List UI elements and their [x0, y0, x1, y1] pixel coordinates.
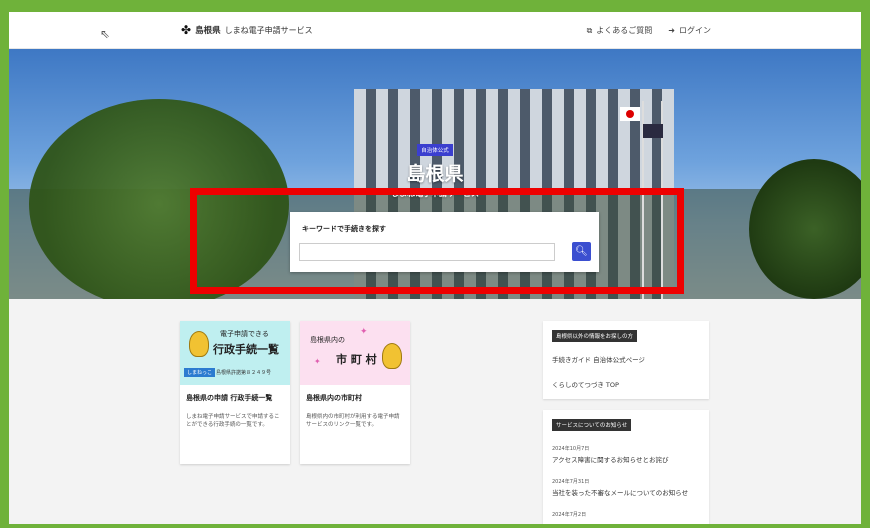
other-info-panel: 島根県以外の情報をお探しの方 手続きガイド 自治体公式ページ くらしのてつづき …	[543, 321, 709, 399]
login-link[interactable]: ➜ ログイン	[668, 25, 711, 36]
news-date: 2024年7月31日	[552, 479, 590, 485]
card-description: 島根県内の市町村が利用する電子申請サービスのリンク一覧です。	[306, 414, 400, 429]
link-procedure-guide[interactable]: 手続きガイド 自治体公式ページ	[543, 354, 709, 364]
card-image-line1: 島根県内の	[310, 336, 345, 344]
site-logo[interactable]: ✤ 島根県 しまね電子申請サービス	[181, 23, 313, 37]
external-link-icon: ⧉	[586, 26, 593, 35]
card-image-badge: しまねっこ	[184, 368, 216, 377]
faq-link[interactable]: ⧉ よくあるご質問	[587, 25, 653, 36]
news-item[interactable]: 2024年7月31日 当社を装った不審なメールについてのお知らせ	[543, 478, 709, 497]
login-label: ログイン	[679, 26, 711, 35]
card-image-line2: 市 町 村	[336, 353, 377, 366]
news-panel: サービスについてのお知らせ 2024年10月7日 アクセス障害に関するお知らせと…	[543, 410, 709, 524]
mascot-shimanekko-icon	[382, 343, 402, 369]
sparkle-icon: ✦	[314, 357, 321, 366]
shimane-emblem-icon: ✤	[181, 23, 192, 37]
card-title: 島根県内の市町村	[306, 394, 362, 402]
card-municipalities[interactable]: 島根県内の 市 町 村 ✦ ✦ 島根県内の市町村 島根県内の市町村が利用する電子…	[300, 321, 410, 464]
japan-flag	[620, 107, 640, 121]
prefecture-flag	[643, 124, 663, 138]
card-description: しまね電子申請サービスで申請することができる行政手続の一覧です。	[186, 414, 280, 429]
mouse-pointer-icon: ⇖	[100, 27, 111, 41]
card-image-note: 島根県許諾第８２４９号	[216, 370, 272, 376]
sparkle-icon: ✦	[360, 327, 368, 337]
news-date: 2024年10月7日	[552, 446, 590, 452]
browser-viewport: ⇖ ✤ 島根県 しまね電子申請サービス ⧉ よくあるご質問 ➜ ログイン 自治体公式…	[9, 12, 861, 524]
news-date: 2024年7月2日	[552, 512, 587, 518]
news-title: 当社を装った不審なメールについてのお知らせ	[552, 489, 689, 497]
news-item[interactable]: 2024年10月7日 アクセス障害に関するお知らせとお詫び	[543, 445, 709, 464]
logo-suffix: しまね電子申請サービス	[224, 25, 313, 35]
link-kurashi-top[interactable]: くらしのてつづき TOP	[543, 379, 709, 389]
panel-heading: サービスについてのお知らせ	[552, 419, 632, 431]
card-image-line2: 行政手続一覧	[213, 343, 279, 356]
logo-prefix: 島根県	[195, 26, 221, 36]
search-highlight-box	[190, 188, 684, 294]
card-title: 島根県の申請 行政手続一覧	[186, 394, 273, 402]
official-badge: 自治体公式	[417, 144, 453, 156]
login-icon: ➜	[668, 26, 675, 35]
faq-label: よくあるご質問	[596, 26, 653, 35]
panel-heading: 島根県以外の情報をお探しの方	[552, 330, 638, 342]
card-procedure-list[interactable]: 電子申請できる 行政手続一覧 しまねっこ 島根県許諾第８２４９号 島根県の申請 …	[180, 321, 290, 464]
card-procedure-image: 電子申請できる 行政手続一覧 しまねっこ 島根県許諾第８２４９号	[180, 321, 290, 385]
japan-flag-sun	[626, 110, 634, 118]
hero-title: 島根県	[406, 163, 464, 185]
site-header: ⇖ ✤ 島根県 しまね電子申請サービス ⧉ よくあるご質問 ➜ ログイン	[9, 12, 861, 49]
news-item[interactable]: 2024年7月2日	[543, 511, 709, 518]
news-title: アクセス障害に関するお知らせとお詫び	[552, 456, 669, 464]
card-municipalities-image: 島根県内の 市 町 村 ✦ ✦	[300, 321, 410, 385]
card-image-line1: 電子申請できる	[220, 330, 269, 338]
mascot-shimanekko-icon	[189, 331, 209, 357]
